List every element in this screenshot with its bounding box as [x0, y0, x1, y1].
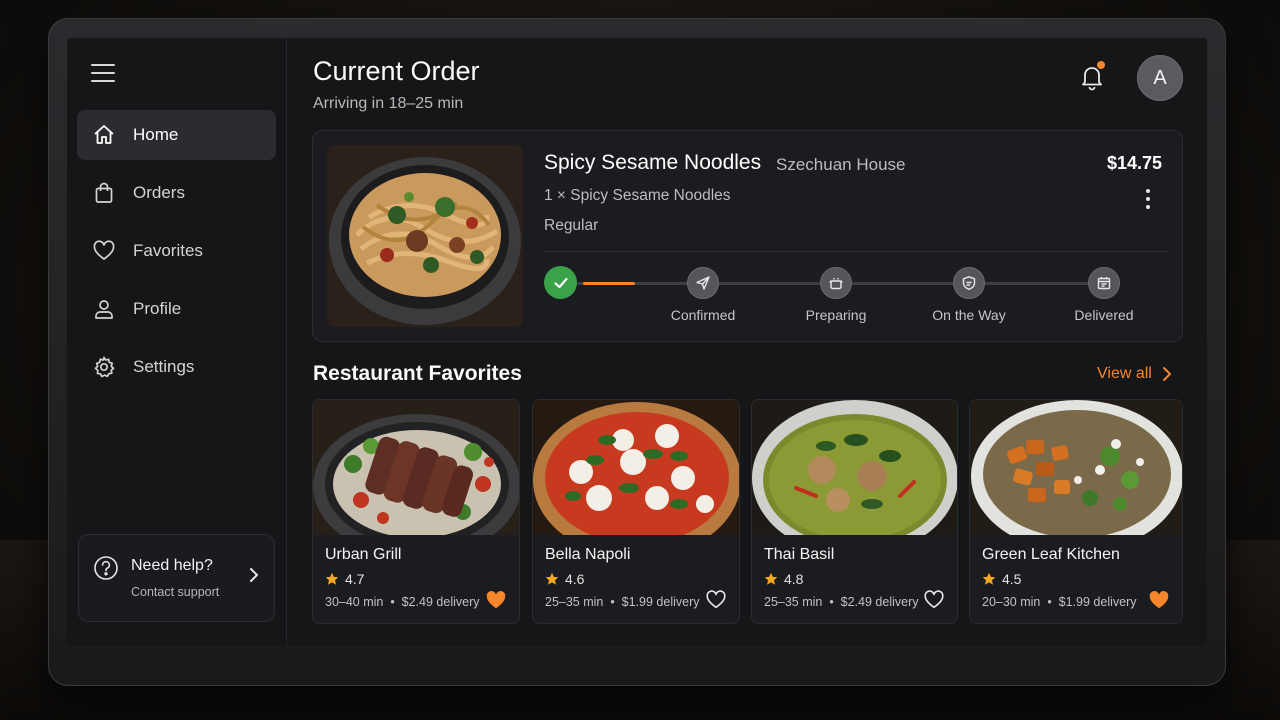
delivery-time: 25–35 min — [764, 595, 823, 609]
sidebar-nav: Home Orders Favorites Profile Settings — [77, 110, 276, 400]
delivery-info: 25–35 min • $1.99 delivery — [545, 595, 700, 609]
step-label-delivered: Delivered — [1074, 307, 1134, 323]
restaurant-name: Urban Grill — [325, 546, 402, 563]
delivery-time: 30–40 min — [325, 595, 384, 609]
order-progress-tracker: Confirmed Preparing On the Way Delivered — [544, 266, 1174, 330]
order-size: Regular — [544, 217, 599, 234]
delivery-info: 25–35 min • $2.49 delivery — [764, 595, 919, 609]
sidebar-item-profile[interactable]: Profile — [77, 284, 276, 334]
restaurant-name: Bella Napoli — [545, 546, 631, 563]
restaurant-image — [313, 400, 519, 535]
contact-support-link[interactable]: Contact support — [131, 585, 219, 599]
delivery-fee: $2.49 delivery — [840, 595, 919, 609]
chevron-right-icon — [248, 567, 260, 588]
app-screen: Home Orders Favorites Profile Settings N… — [67, 38, 1207, 646]
dish-name: Spicy Sesame Noodles — [544, 151, 762, 174]
cooking-pot-icon — [820, 267, 852, 299]
rating: 4.8 — [764, 571, 803, 587]
rating-value: 4.5 — [1002, 571, 1022, 587]
heart-filled-icon[interactable] — [485, 589, 507, 611]
paper-plane-icon — [687, 267, 719, 299]
help-title: Need help? — [131, 557, 213, 574]
delivery-fee: $2.49 delivery — [401, 595, 480, 609]
sidebar-item-settings[interactable]: Settings — [77, 342, 276, 392]
heart-outline-icon[interactable] — [705, 589, 727, 611]
delivery-info: 20–30 min • $1.99 delivery — [982, 595, 1137, 609]
restaurant-name: Szechuan House — [776, 155, 906, 174]
arrival-time: Arriving in 18–25 min — [313, 95, 464, 112]
step-label-confirmed: Confirmed — [670, 307, 736, 323]
star-icon — [764, 572, 778, 585]
order-dish-image — [327, 145, 523, 327]
check-icon — [544, 266, 577, 299]
sidebar-item-label: Profile — [133, 299, 182, 318]
rating-value: 4.6 — [565, 571, 585, 587]
more-options-icon[interactable] — [1144, 189, 1152, 213]
delivery-fee: $1.99 delivery — [1058, 595, 1137, 609]
view-all-label: View all — [1097, 365, 1152, 382]
sidebar-item-orders[interactable]: Orders — [77, 168, 276, 218]
heart-filled-icon[interactable] — [1148, 589, 1170, 611]
delivery-info: 30–40 min • $2.49 delivery — [325, 595, 480, 609]
restaurant-card-green-leaf-kitchen[interactable]: Green Leaf Kitchen 4.5 20–30 min • $1.99… — [969, 399, 1183, 624]
progress-fill — [583, 282, 635, 285]
gear-icon — [91, 354, 117, 380]
help-circle-icon — [93, 555, 119, 586]
restaurant-name: Thai Basil — [764, 546, 835, 563]
step-label-on-the-way: On the Way — [932, 307, 1006, 323]
chevron-right-icon — [1162, 367, 1171, 381]
shield-icon — [953, 267, 985, 299]
order-price: $14.75 — [1106, 153, 1162, 173]
restaurant-card-urban-grill[interactable]: Urban Grill 4.7 30–40 min • $2.49 delive… — [312, 399, 520, 624]
help-card[interactable]: Need help? Contact support — [78, 534, 275, 622]
heart-outline-icon[interactable] — [923, 589, 945, 611]
rating-value: 4.8 — [784, 571, 804, 587]
order-quantity-line: 1 × Spicy Sesame Noodles — [544, 187, 731, 204]
page-title: Current Order — [313, 56, 480, 86]
step-label-preparing: Preparing — [805, 307, 867, 323]
rating: 4.6 — [545, 571, 584, 587]
hamburger-menu-icon[interactable] — [91, 64, 115, 84]
section-title: Restaurant Favorites — [313, 362, 522, 385]
current-order-card: Spicy Sesame Noodles Szechuan House $14.… — [312, 130, 1183, 342]
rating-value: 4.7 — [345, 571, 365, 587]
view-all-link[interactable]: View all — [1097, 365, 1172, 383]
sidebar-item-label: Settings — [133, 357, 195, 376]
star-icon — [325, 572, 339, 585]
heart-icon — [91, 238, 117, 264]
restaurant-image — [752, 400, 957, 535]
rating: 4.7 — [325, 571, 364, 587]
sidebar-item-home[interactable]: Home — [77, 110, 276, 160]
delivery-time: 20–30 min — [982, 595, 1041, 609]
notification-dot — [1097, 61, 1105, 69]
delivery-fee: $1.99 delivery — [621, 595, 700, 609]
sidebar-item-label: Favorites — [133, 241, 203, 260]
sidebar-item-label: Home — [133, 125, 179, 144]
sidebar-item-label: Orders — [133, 183, 185, 202]
star-icon — [982, 572, 996, 585]
home-icon — [91, 122, 117, 148]
restaurant-card-thai-basil[interactable]: Thai Basil 4.8 25–35 min • $2.49 deliver… — [751, 399, 958, 624]
shopping-bag-icon — [91, 180, 117, 206]
restaurant-name: Green Leaf Kitchen — [982, 546, 1120, 563]
sidebar: Home Orders Favorites Profile Settings N… — [67, 38, 287, 646]
sidebar-item-favorites[interactable]: Favorites — [77, 226, 276, 276]
user-icon — [91, 296, 117, 322]
divider — [544, 251, 1168, 252]
rating: 4.5 — [982, 571, 1021, 587]
restaurant-card-bella-napoli[interactable]: Bella Napoli 4.6 25–35 min • $1.99 deliv… — [532, 399, 740, 624]
star-icon — [545, 572, 559, 585]
avatar[interactable]: A — [1137, 55, 1183, 101]
calendar-icon — [1088, 267, 1120, 299]
delivery-time: 25–35 min — [545, 595, 604, 609]
restaurant-image — [970, 400, 1182, 535]
restaurant-image — [533, 400, 739, 535]
